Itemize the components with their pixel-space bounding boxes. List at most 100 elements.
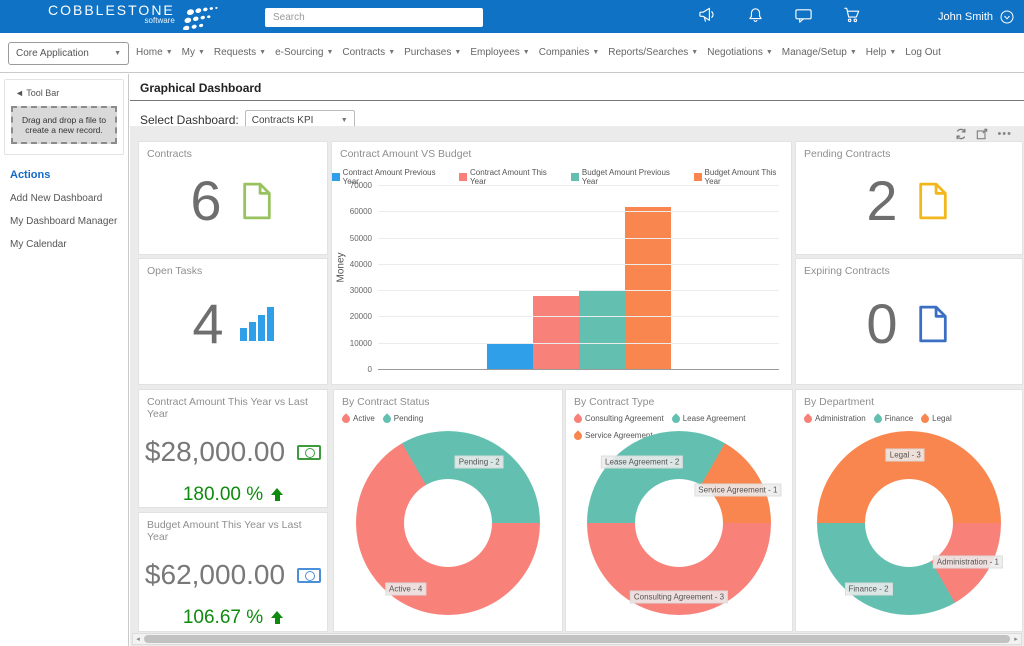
nav-item-help[interactable]: Help▼ (866, 47, 897, 58)
user-chevron-icon (1000, 10, 1014, 24)
y-tick-label: 10000 (340, 339, 372, 348)
chat-icon[interactable] (794, 7, 813, 24)
more-icon[interactable]: ••• (997, 129, 1012, 139)
dashboard-selector-value: Contracts KPI (252, 115, 314, 126)
y-tick-label: 50000 (340, 234, 372, 243)
scroll-right-arrow[interactable]: ▸ (1011, 634, 1021, 644)
cart-icon[interactable] (843, 6, 862, 24)
ribbon-icon (670, 413, 681, 424)
kpi-card-expiring-contracts: Expiring Contracts 0 (795, 258, 1023, 385)
kpi-value: 2 (866, 168, 897, 233)
app-selector[interactable]: Core Application ▼ (8, 42, 129, 65)
action-my-calendar[interactable]: My Calendar (10, 239, 118, 250)
refresh-icon[interactable] (955, 128, 967, 140)
legend-item: Budget Amount This Year (694, 168, 791, 186)
dashboard-area: ••• Contracts 6 Open Tasks 4 (130, 126, 1024, 646)
legend-item: Administration (804, 414, 866, 423)
nav-item-home[interactable]: Home▼ (136, 47, 173, 58)
chevron-down-icon: ▼ (691, 49, 698, 56)
chevron-down-icon: ▼ (114, 50, 121, 57)
logo-subtitle: software (48, 16, 175, 25)
search-input[interactable] (265, 8, 483, 27)
legend-item: Lease Agreement (672, 414, 746, 423)
expand-icon[interactable] (976, 128, 988, 140)
ribbon-icon (381, 413, 392, 424)
gridline (378, 290, 779, 291)
legend-item: Active (342, 414, 375, 423)
file-dropzone[interactable]: Drag and drop a file to create a new rec… (11, 106, 117, 144)
chevron-down-icon: ▼ (766, 49, 773, 56)
money-bill-icon (297, 445, 321, 460)
slice-label: Lease Agreement - 2 (601, 456, 683, 469)
y-tick-label: 20000 (340, 312, 372, 321)
user-name: John Smith (938, 11, 993, 23)
action-add-new-dashboard[interactable]: Add New Dashboard (10, 193, 118, 204)
slice-label: Pending - 2 (455, 456, 504, 469)
collapse-left-icon: ◄ (15, 88, 24, 98)
select-dashboard-label: Select Dashboard: (140, 113, 239, 127)
chevron-down-icon: ▼ (523, 49, 530, 56)
donut-card-contract-status: By Contract Status ActivePending Pending… (333, 389, 563, 632)
nav-item-my[interactable]: My▼ (182, 47, 205, 58)
donut-wrap: Lease Agreement - 2Service Agreement - 1… (587, 431, 771, 615)
percent-value: 180.00 % (183, 484, 263, 506)
gridline (378, 185, 779, 186)
nav-item-reports-searches[interactable]: Reports/Searches▼ (608, 47, 698, 58)
chart-title: By Department (796, 390, 1022, 414)
app-window: COBBLESTONE software (0, 0, 1024, 646)
toolbar-label: Tool Bar (26, 88, 59, 98)
card-title: Budget Amount This Year vs Last Year (139, 513, 327, 549)
legend-item: Legal (921, 414, 952, 423)
nav-item-contracts[interactable]: Contracts▼ (342, 47, 395, 58)
nav-item-manage-setup[interactable]: Manage/Setup▼ (782, 47, 857, 58)
user-menu[interactable]: John Smith (938, 0, 1014, 33)
donut-chart (356, 431, 540, 615)
card-title: Contracts (139, 142, 327, 166)
scrollbar-thumb[interactable] (144, 635, 1010, 643)
ribbon-icon (572, 430, 583, 441)
top-bar: COBBLESTONE software (0, 0, 1024, 33)
megaphone-icon[interactable] (698, 6, 717, 24)
nav-item-e-sourcing[interactable]: e-Sourcing▼ (275, 47, 333, 58)
slice-label: Finance - 2 (845, 583, 893, 596)
chevron-down-icon: ▼ (454, 49, 461, 56)
kpi-card-contracts: Contracts 6 (138, 141, 328, 255)
nav-item-companies[interactable]: Companies▼ (539, 47, 600, 58)
chevron-down-icon: ▼ (388, 49, 395, 56)
action-my-dashboard-manager[interactable]: My Dashboard Manager (10, 216, 118, 227)
kpi-value: 6 (190, 168, 221, 233)
kpi-card-open-tasks: Open Tasks 4 (138, 258, 328, 385)
chevron-down-icon: ▼ (326, 49, 333, 56)
slice-label: Administration - 1 (933, 555, 1003, 568)
slice-label: Consulting Agreement - 3 (630, 590, 728, 603)
cobblestone-logo: COBBLESTONE software (48, 2, 221, 30)
bell-icon[interactable] (747, 6, 764, 24)
ribbon-icon (572, 413, 583, 424)
nav-items: Home▼ My▼ Requests▼ e-Sourcing▼ Contracts▼ Pu… (136, 33, 941, 72)
slice-label: Service Agreement - 1 (694, 483, 781, 496)
document-icon (238, 181, 276, 221)
actions-title: Actions (10, 169, 118, 181)
nav-item-employees[interactable]: Employees▼ (470, 47, 529, 58)
donut-wrap: Legal - 3Administration - 1Finance - 2 (817, 431, 1001, 615)
y-tick-label: 30000 (340, 286, 372, 295)
nav-item-purchases[interactable]: Purchases▼ (404, 47, 461, 58)
legend-item: Pending (383, 414, 423, 423)
arrow-up-icon (271, 488, 283, 502)
nav-item-log-out[interactable]: Log Out (905, 47, 941, 58)
chevron-down-icon: ▼ (166, 49, 173, 56)
gridline (378, 238, 779, 239)
ribbon-icon (872, 413, 883, 424)
scroll-left-arrow[interactable]: ◂ (133, 634, 143, 644)
donut-legend: Administration Finance Legal (804, 414, 952, 423)
card-title: Open Tasks (139, 259, 327, 283)
bar-chart-plot: 010000200003000040000500006000070000 (378, 186, 779, 370)
chevron-down-icon: ▼ (341, 117, 348, 124)
y-tick-label: 60000 (340, 207, 372, 216)
nav-item-negotiations[interactable]: Negotiations▼ (707, 47, 773, 58)
toolbar-collapse[interactable]: ◄ Tool Bar (9, 86, 119, 106)
arrow-up-icon (271, 611, 283, 625)
nav-item-requests[interactable]: Requests▼ (214, 47, 266, 58)
legend-item: Finance (874, 414, 913, 423)
chart-title: By Contract Type (566, 390, 792, 414)
